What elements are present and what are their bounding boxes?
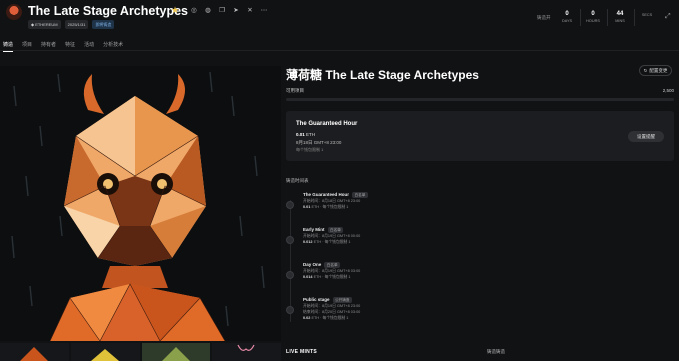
set-reminder-button[interactable]: 设置提醒 [628, 131, 664, 142]
favorite-star-icon[interactable]: ★ [171, 5, 179, 16]
divider [580, 9, 581, 26]
recent-mints-heading: 铸造铸造 [487, 349, 505, 354]
globe-icon[interactable]: ◎ [190, 6, 198, 14]
refresh-icon: ↻ [643, 67, 648, 73]
countdown-mins: 44 MINS [615, 11, 625, 23]
discord-icon[interactable]: ◍ [204, 6, 212, 14]
current-stage-card: The Guaranteed Hour 0.01 ETH 8月18日 GMT+8… [286, 111, 674, 161]
countdown-secs: SECS [641, 13, 653, 17]
share-button[interactable]: ↻ 配置变更 [639, 65, 672, 76]
top-bar: The Late Stage Archetypes ★ ◆ ETHEREUM 2… [0, 0, 679, 36]
supply-progress-bar [286, 98, 674, 101]
countdown-days: 0 DAYS [561, 11, 573, 23]
stage-badge: 白名单 [327, 227, 344, 233]
stage-dot-icon [286, 201, 294, 209]
expand-icon[interactable]: ⤢ [665, 13, 671, 21]
thumbnail[interactable] [212, 343, 281, 361]
social-icons: ◎ ◍ ❐ ➤ ✕ ⋯ [190, 6, 268, 14]
current-stage-date: 8月18日 GMT+8 23:00 [296, 140, 342, 145]
schedule-timeline [290, 200, 291, 322]
artwork-thumbnails [0, 343, 281, 361]
stage-dot-icon [286, 271, 294, 279]
supply-label: 可用项目 [286, 88, 304, 93]
stage-dot-icon [286, 306, 294, 314]
thumbnail[interactable] [141, 343, 211, 361]
status-chip: 即将铸造 [92, 20, 115, 29]
current-stage-title: The Guaranteed Hour [296, 121, 358, 127]
current-stage-price: 0.01 ETH [296, 132, 316, 137]
countdown-label: 铸造开 [537, 15, 551, 20]
live-mints-heading: LIVE MINTS [286, 349, 318, 355]
more-icon[interactable]: ⋯ [260, 6, 268, 14]
tabs-divider [0, 50, 679, 51]
mint-title: 薄荷糖 The Late Stage Archetypes [286, 68, 479, 82]
thumbnail[interactable] [70, 343, 140, 361]
stage-badge: 白名单 [352, 192, 368, 198]
divider [634, 9, 635, 26]
copy-icon[interactable]: ❐ [218, 6, 226, 14]
chain-chip: ◆ ETHEREUM [28, 20, 61, 29]
stage-badge: 公开铸造 [332, 297, 352, 303]
telegram-icon[interactable]: ➤ [232, 6, 240, 14]
artwork-image [0, 66, 281, 341]
supply-value: 2,500 [662, 88, 674, 93]
stage-dot-icon [286, 236, 294, 244]
divider [607, 9, 608, 26]
collection-artwork [0, 66, 281, 341]
schedule-label: 铸造时间表 [286, 178, 309, 183]
date-chip: 2025/1/31 [64, 20, 89, 29]
collection-title: The Late Stage Archetypes [28, 4, 189, 18]
stage-badge: 白名单 [324, 262, 341, 268]
collection-avatar [6, 4, 22, 20]
current-stage-limit: 每个钱包限制 1 [296, 147, 324, 152]
countdown-hours: 0 HOURS [586, 11, 600, 23]
collection-chips: ◆ ETHEREUM 2025/1/31 即将铸造 [28, 20, 115, 29]
x-icon[interactable]: ✕ [246, 6, 254, 14]
thumbnail[interactable] [0, 343, 69, 361]
